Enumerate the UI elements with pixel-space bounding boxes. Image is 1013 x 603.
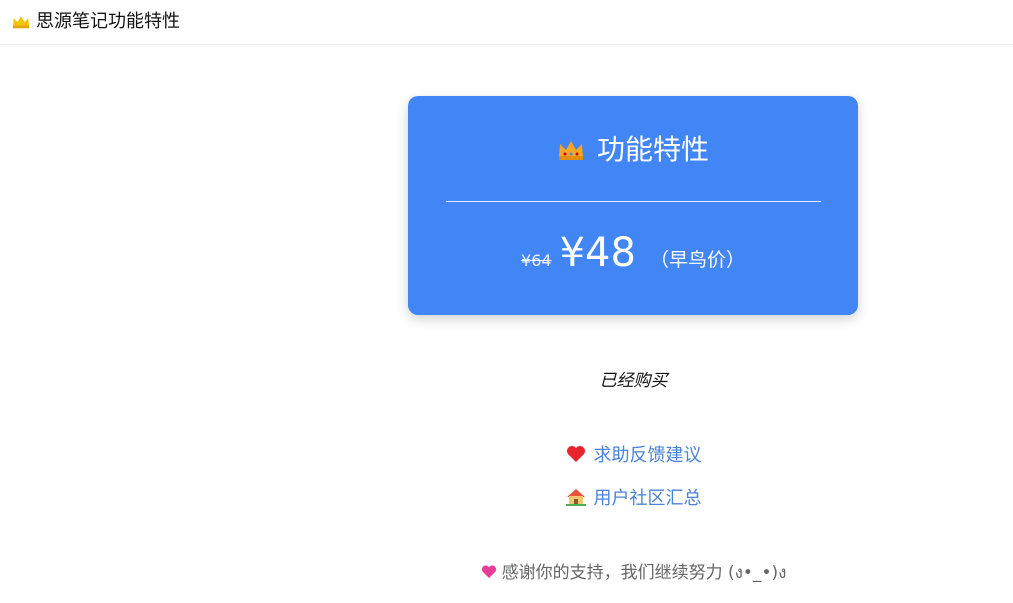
current-price: ¥48 [559, 230, 636, 276]
thanks-text: 感谢你的支持，我们继续努力 (ง•_•)ง [501, 563, 787, 583]
card-header: 功能特性 [408, 132, 858, 168]
community-link[interactable]: 用户社区汇总 [594, 484, 702, 510]
pink-heart-icon [481, 565, 496, 578]
community-link-row[interactable]: 用户社区汇总 [0, 484, 1013, 510]
window-header: 思源笔记功能特性 [0, 0, 1013, 45]
price-row: ¥64 ¥48 （早鸟价） [408, 230, 858, 284]
feedback-link[interactable]: 求助反馈建议 [594, 441, 702, 467]
crown-icon [558, 141, 583, 160]
card-title: 功能特性 [596, 133, 709, 166]
original-price: ¥64 [521, 251, 552, 270]
purchased-status: 已经购买 [599, 371, 668, 391]
thanks-message: 感谢你的支持，我们继续努力 (ง•_•)ง [0, 558, 1013, 586]
card-divider [446, 201, 821, 202]
red-heart-icon [566, 446, 585, 462]
feature-card: 功能特性 ¥64 ¥48 （早鸟价） [408, 96, 858, 315]
feedback-link-row[interactable]: 求助反馈建议 [0, 441, 1013, 467]
crown-icon [12, 16, 30, 29]
page-title: 思源笔记功能特性 [36, 11, 180, 32]
price-note: （早鸟价） [649, 249, 745, 271]
house-icon [565, 489, 586, 506]
